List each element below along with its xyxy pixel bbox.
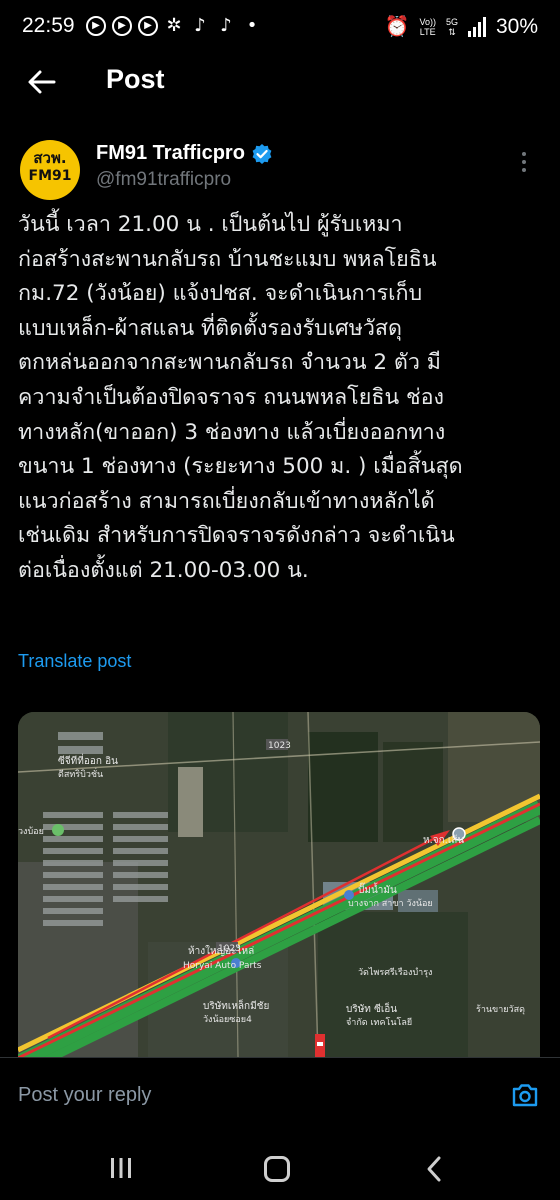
post-text: วันนี้ เวลา 21.00 น . เป็นต้นไป ผู้รับเห… (18, 212, 463, 583)
author-handle[interactable]: @fm91trafficpro (96, 169, 231, 191)
pinwheel-icon: ✲ (166, 15, 182, 36)
notification-app-icon: ▶ (138, 16, 158, 36)
map-label-bottom-right-1: บริษัท ซีเอ็น (346, 1001, 397, 1015)
translate-post-link[interactable]: Translate post (18, 651, 131, 672)
notification-app-icon: ▶ (112, 16, 132, 36)
tiktok-icon: ♪ (220, 15, 232, 36)
avatar[interactable]: สวพ. FM91 (20, 140, 80, 200)
avatar-text-line2: FM91 (28, 168, 72, 184)
reply-bar: Post your reply (0, 1057, 560, 1134)
map-label-junction: ห.จก.เส้น (423, 834, 464, 846)
notification-app-icon: ▶ (86, 16, 106, 36)
map-label-gas-station-1: ปั๊มน้ำมัน (358, 882, 397, 896)
post-map-image[interactable]: 1023 1023 ห.จก.เส้น ปั๊มน้ำมัน บางจาก สา… (18, 712, 540, 1057)
home-icon[interactable] (264, 1156, 290, 1182)
map-label-left-top-1: ซีจีทีที่ออก อิน (58, 753, 118, 767)
map-label-shop-2: Horyai Auto Parts (183, 961, 262, 971)
battery-percent: 30% (495, 14, 538, 38)
back-arrow-icon[interactable] (24, 64, 60, 100)
more-options-icon[interactable] (512, 150, 536, 174)
map-label-bottom-right-2: จำกัด เทคโนโลยี (346, 1017, 412, 1028)
map-label-top-right: วัดไพรศรีเรืองบำรุง (358, 967, 432, 978)
alarm-icon: ⏰ (384, 16, 410, 38)
status-time: 22:59 (22, 14, 75, 37)
page-title: Post (106, 64, 165, 94)
verified-badge-icon (252, 143, 272, 164)
back-chevron-icon[interactable] (426, 1155, 442, 1183)
map-label-far-right: ร้านขายวัสดุ (476, 1004, 525, 1015)
camera-icon[interactable] (510, 1080, 540, 1110)
dot-icon: • (246, 15, 258, 36)
map-label-gas-station-2: บางจาก สาขา วังน้อย (348, 898, 433, 909)
signal-icon (467, 16, 486, 37)
recents-icon[interactable] (109, 1157, 133, 1179)
author-display-name[interactable]: FM91 Trafficpro (96, 142, 245, 165)
system-nav-bar (0, 1133, 560, 1200)
map-label-shop-1: ห้างใหญ่อะไหล่ (188, 945, 254, 957)
network-5g-indicator: 5G ⇅ (445, 16, 458, 37)
top-app-bar: Post (0, 50, 560, 114)
tiktok-icon: ♪ (194, 15, 206, 36)
avatar-text-line1: สวพ. (33, 149, 67, 167)
notification-icons: ▶ ▶ ▶ ✲ ♪ ♪ • (86, 14, 262, 38)
author-name-row[interactable]: FM91 Trafficpro (96, 142, 273, 165)
map-label-bottom-mid-1: บริษัทเหล็กมีชัย (203, 998, 269, 1012)
status-bar: 22:59 ▶ ▶ ▶ ✲ ♪ ♪ • ⏰ Vo)) LTE 5G ⇅ 30% (0, 0, 560, 50)
status-right-icons: ⏰ Vo)) LTE 5G ⇅ 30% (385, 14, 538, 39)
map-label-bottom-mid-2: วังน้อยซอย4 (203, 1014, 252, 1025)
map-label-left-mid: วงบ้อย (18, 826, 44, 837)
reply-input[interactable]: Post your reply (18, 1084, 151, 1107)
map-label-route-top: 1023 (268, 741, 291, 751)
volte-indicator: Vo)) LTE (419, 16, 436, 37)
